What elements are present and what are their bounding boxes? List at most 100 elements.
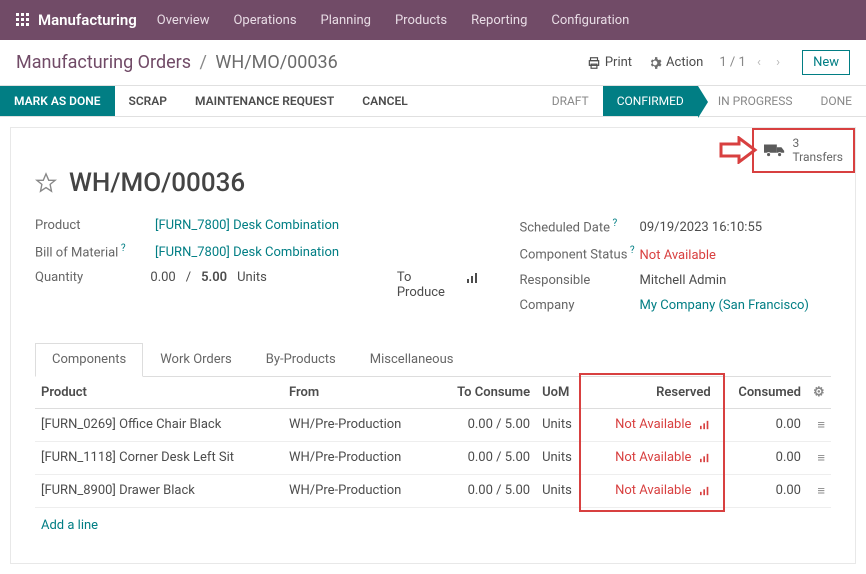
print-button[interactable]: Print bbox=[587, 55, 632, 70]
tab-by-products[interactable]: By-Products bbox=[249, 343, 353, 376]
pager: 1 / 1 ‹ › bbox=[719, 55, 786, 70]
bom-label: Bill of Material ? bbox=[35, 243, 155, 260]
cell-consumed[interactable]: 0.00 bbox=[717, 441, 807, 474]
table-row[interactable]: [FURN_8900] Drawer BlackWH/Pre-Productio… bbox=[35, 474, 831, 507]
col-reserved[interactable]: Reserved bbox=[587, 377, 717, 409]
table-row[interactable]: [FURN_1118] Corner Desk Left SitWH/Pre-P… bbox=[35, 441, 831, 474]
cell-uom[interactable]: Units bbox=[536, 408, 586, 441]
status-done[interactable]: DONE bbox=[806, 86, 866, 116]
cancel-button[interactable]: CANCEL bbox=[348, 86, 421, 116]
nav-overview[interactable]: Overview bbox=[157, 13, 210, 28]
sub-bar: Manufacturing Orders / WH/MO/00036 Print… bbox=[0, 40, 866, 86]
action-bar: MARK AS DONE SCRAP MAINTENANCE REQUEST C… bbox=[0, 86, 866, 117]
forecast-icon[interactable] bbox=[699, 450, 711, 465]
status-confirmed[interactable]: CONFIRMED bbox=[603, 86, 698, 116]
cell-from[interactable]: WH/Pre-Production bbox=[283, 408, 433, 441]
cell-to-consume[interactable]: 0.00 / 5.00 bbox=[433, 408, 536, 441]
nav-configuration[interactable]: Configuration bbox=[551, 13, 629, 28]
pager-arrows[interactable]: ‹ › bbox=[757, 55, 786, 70]
sliders-icon: ⚙ bbox=[813, 385, 825, 400]
forecast-icon[interactable] bbox=[699, 417, 711, 432]
to-produce-label: To Produce bbox=[397, 270, 450, 300]
product-value[interactable]: [FURN_7800] Desk Combination bbox=[155, 218, 339, 233]
forecast-icon[interactable] bbox=[466, 270, 480, 285]
status-draft[interactable]: DRAFT bbox=[538, 86, 603, 116]
cell-product[interactable]: [FURN_1118] Corner Desk Left Sit bbox=[35, 441, 283, 474]
page-title: WH/MO/00036 bbox=[69, 168, 245, 198]
help-icon[interactable]: ? bbox=[610, 218, 617, 229]
table-row[interactable]: [FURN_0269] Office Chair BlackWH/Pre-Pro… bbox=[35, 408, 831, 441]
star-icon[interactable] bbox=[35, 172, 57, 194]
cell-menu[interactable]: ≡ bbox=[807, 441, 831, 474]
mark-as-done-button[interactable]: MARK AS DONE bbox=[0, 86, 115, 116]
apps-icon[interactable] bbox=[16, 13, 30, 28]
transfers-button[interactable]: 3 Transfers bbox=[752, 128, 855, 173]
cell-product[interactable]: [FURN_0269] Office Chair Black bbox=[35, 408, 283, 441]
print-icon bbox=[587, 55, 601, 70]
tabs: Components Work Orders By-Products Misce… bbox=[35, 343, 831, 377]
breadcrumb: Manufacturing Orders / WH/MO/00036 bbox=[16, 52, 338, 73]
top-bar: Manufacturing Overview Operations Planni… bbox=[0, 0, 866, 40]
maintenance-request-button[interactable]: MAINTENANCE REQUEST bbox=[181, 86, 348, 116]
col-uom[interactable]: UoM bbox=[536, 377, 586, 409]
kebab-icon: ≡ bbox=[817, 484, 825, 499]
breadcrumb-current: WH/MO/00036 bbox=[215, 52, 337, 73]
help-icon[interactable]: ? bbox=[118, 243, 125, 254]
transfers-text: 3 Transfers bbox=[792, 136, 843, 165]
nav-reporting[interactable]: Reporting bbox=[471, 13, 527, 28]
cell-to-consume[interactable]: 0.00 / 5.00 bbox=[433, 474, 536, 507]
breadcrumb-sep: / bbox=[200, 52, 207, 73]
forecast-icon[interactable] bbox=[699, 483, 711, 498]
col-options[interactable]: ⚙ bbox=[807, 377, 831, 409]
col-from[interactable]: From bbox=[283, 377, 433, 409]
scrap-button[interactable]: SCRAP bbox=[115, 86, 182, 116]
cell-menu[interactable]: ≡ bbox=[807, 408, 831, 441]
cell-from[interactable]: WH/Pre-Production bbox=[283, 474, 433, 507]
tab-work-orders[interactable]: Work Orders bbox=[143, 343, 249, 376]
cell-uom[interactable]: Units bbox=[536, 441, 586, 474]
cell-product[interactable]: [FURN_8900] Drawer Black bbox=[35, 474, 283, 507]
tab-miscellaneous[interactable]: Miscellaneous bbox=[353, 343, 471, 376]
nav-products[interactable]: Products bbox=[395, 13, 447, 28]
quantity-value[interactable]: 0.00 / 5.00 Units To Produce bbox=[150, 270, 479, 300]
cell-consumed[interactable]: 0.00 bbox=[717, 408, 807, 441]
help-icon[interactable]: ? bbox=[627, 245, 634, 256]
top-nav: Overview Operations Planning Products Re… bbox=[157, 13, 630, 28]
form-panel: 3 Transfers WH/MO/00036 Product [FURN_78… bbox=[10, 127, 856, 564]
cell-from[interactable]: WH/Pre-Production bbox=[283, 441, 433, 474]
cell-reserved[interactable]: Not Available bbox=[587, 474, 717, 507]
cell-reserved[interactable]: Not Available bbox=[587, 408, 717, 441]
bom-value[interactable]: [FURN_7800] Desk Combination bbox=[155, 245, 339, 260]
col-to-consume[interactable]: To Consume bbox=[433, 377, 536, 409]
scheduled-date-label: Scheduled Date ? bbox=[520, 218, 640, 235]
component-status-value: Not Available bbox=[640, 248, 716, 263]
cell-uom[interactable]: Units bbox=[536, 474, 586, 507]
status-in-progress[interactable]: IN PROGRESS bbox=[698, 86, 807, 116]
new-button[interactable]: New bbox=[802, 50, 850, 75]
product-label: Product bbox=[35, 218, 155, 233]
quantity-label: Quantity bbox=[35, 270, 150, 285]
component-status-label: Component Status ? bbox=[520, 245, 640, 262]
truck-icon bbox=[764, 142, 786, 158]
nav-planning[interactable]: Planning bbox=[321, 13, 371, 28]
action-button[interactable]: Action bbox=[648, 55, 703, 70]
cell-reserved[interactable]: Not Available bbox=[587, 441, 717, 474]
add-line-button[interactable]: Add a line bbox=[35, 508, 831, 543]
tab-components[interactable]: Components bbox=[35, 343, 143, 377]
nav-operations[interactable]: Operations bbox=[233, 13, 296, 28]
col-consumed[interactable]: Consumed bbox=[717, 377, 807, 409]
responsible-label: Responsible bbox=[520, 273, 640, 288]
breadcrumb-root[interactable]: Manufacturing Orders bbox=[16, 52, 191, 73]
scheduled-date-value[interactable]: 09/19/2023 16:10:55 bbox=[640, 220, 763, 235]
responsible-value[interactable]: Mitchell Admin bbox=[640, 273, 727, 288]
brand[interactable]: Manufacturing bbox=[38, 11, 137, 29]
cell-consumed[interactable]: 0.00 bbox=[717, 474, 807, 507]
cell-to-consume[interactable]: 0.00 / 5.00 bbox=[433, 441, 536, 474]
cell-menu[interactable]: ≡ bbox=[807, 474, 831, 507]
components-table: Product From To Consume UoM Reserved Con… bbox=[35, 377, 831, 508]
col-product[interactable]: Product bbox=[35, 377, 283, 409]
company-value[interactable]: My Company (San Francisco) bbox=[640, 298, 809, 313]
status-bar: DRAFT CONFIRMED IN PROGRESS DONE bbox=[538, 86, 866, 116]
gear-icon bbox=[648, 55, 662, 70]
company-label: Company bbox=[520, 298, 640, 313]
